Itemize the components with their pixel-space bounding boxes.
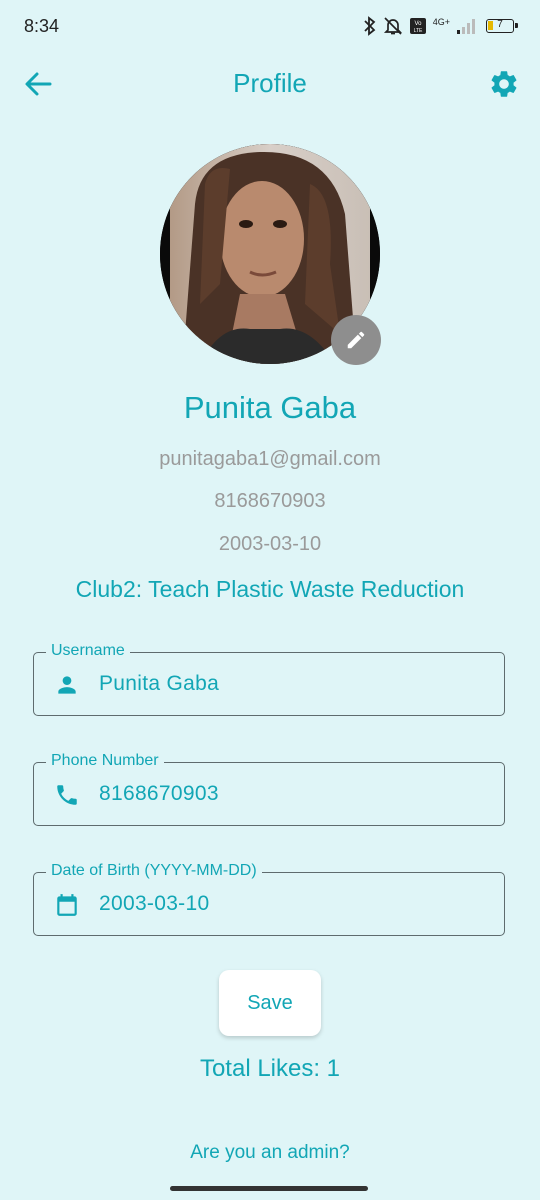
dob-input[interactable]	[99, 892, 479, 916]
phone-input[interactable]	[99, 782, 479, 806]
avatar-container	[160, 144, 381, 365]
username-input[interactable]	[99, 672, 479, 696]
profile-name: Punita Gaba	[183, 390, 357, 425]
status-time: 8:34	[24, 16, 60, 36]
profile-club: Club2: Teach Plastic Waste Reduction	[75, 576, 465, 602]
bell-off-icon	[383, 17, 402, 35]
page-title: Profile	[233, 68, 307, 98]
home-indicator[interactable]	[170, 1186, 368, 1191]
calendar-icon	[57, 894, 77, 916]
volte-icon: VoLTE	[409, 18, 426, 34]
person-icon	[58, 676, 76, 694]
edit-photo-button[interactable]	[331, 315, 381, 365]
dob-label: Date of Birth (YYYY-MM-DD)	[46, 862, 262, 880]
admin-link[interactable]: Are you an admin?	[0, 1142, 540, 1164]
status-icons: Vo LTE 4G+ 7	[363, 14, 518, 38]
pencil-icon	[347, 331, 365, 349]
username-label: Username	[46, 642, 130, 660]
gear-icon	[491, 71, 517, 97]
bluetooth-icon	[364, 16, 376, 36]
phone-icon	[57, 785, 77, 805]
dob-field[interactable]: Date of Birth (YYYY-MM-DD)	[33, 862, 505, 936]
save-button[interactable]: Save	[219, 970, 321, 1036]
battery-level: 7	[497, 19, 503, 30]
network-type: 4G+	[432, 17, 450, 27]
total-likes: Total Likes: 1	[199, 1055, 341, 1082]
status-bar: 8:34 Vo LTE 4G+ 7	[0, 0, 540, 54]
settings-button[interactable]	[488, 68, 520, 100]
profile-phone: 8168670903	[214, 490, 326, 512]
battery-icon: 7	[486, 19, 518, 33]
profile-dob: 2003-03-10	[218, 533, 322, 555]
phone-field[interactable]: Phone Number	[33, 752, 505, 826]
svg-text:Vo: Vo	[414, 21, 422, 27]
profile-email: punitagaba1@gmail.com	[159, 448, 381, 470]
phone-label: Phone Number	[46, 752, 164, 770]
username-field[interactable]: Username	[33, 642, 505, 716]
app-bar: Profile	[0, 54, 540, 114]
signal-icon	[457, 19, 475, 34]
svg-text:LTE: LTE	[413, 28, 422, 34]
